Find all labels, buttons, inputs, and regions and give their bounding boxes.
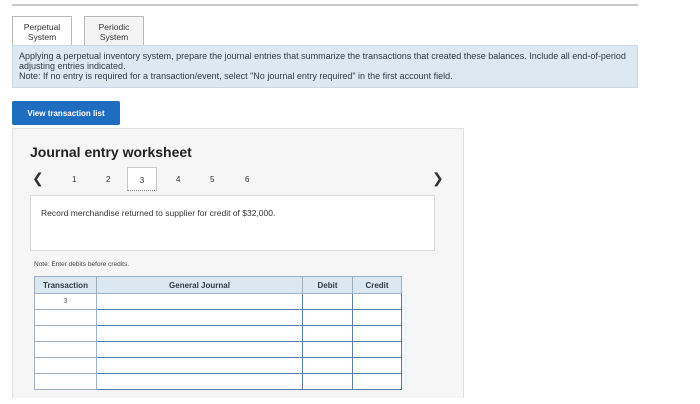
tab-label: Periodic (98, 22, 130, 32)
page-2[interactable]: 2 (106, 175, 110, 184)
page-3[interactable]: 3 (127, 167, 157, 191)
worksheet-title: Journal entry worksheet (30, 144, 192, 160)
table-row (34, 373, 402, 390)
transaction-cell (34, 373, 97, 390)
page-5[interactable]: 5 (210, 175, 214, 184)
table-row (34, 357, 402, 374)
credit-field[interactable] (352, 309, 402, 326)
tab-periodic-system[interactable]: Periodic System (84, 16, 144, 46)
debit-field[interactable] (302, 309, 353, 326)
transaction-cell (34, 341, 97, 358)
account-field[interactable] (96, 309, 303, 326)
tab-label: Perpetual (23, 22, 61, 32)
column-header-transaction: Transaction (34, 276, 97, 294)
column-header-general-journal: General Journal (96, 276, 303, 294)
transaction-cell (34, 309, 97, 326)
transaction-cell (34, 325, 97, 342)
debit-field[interactable] (302, 341, 353, 358)
credit-field[interactable] (352, 357, 402, 374)
debit-field[interactable] (302, 293, 353, 310)
chevron-right-icon[interactable]: ❯ (432, 170, 444, 187)
transaction-number: 3 (34, 293, 97, 310)
credit-field[interactable] (352, 341, 402, 358)
journal-table: Transaction General Journal Debit Credit… (34, 276, 402, 390)
table-row (34, 309, 402, 326)
table-row (34, 341, 402, 358)
account-field[interactable] (96, 357, 303, 374)
worksheet-pager: ❮ 1 2 3 4 5 6 ❯ (30, 167, 450, 193)
top-divider (12, 4, 638, 6)
debit-field[interactable] (302, 325, 353, 342)
credit-field[interactable] (352, 293, 402, 310)
page-6[interactable]: 6 (245, 175, 249, 184)
instructions-panel: Applying a perpetual inventory system, p… (12, 45, 638, 88)
instructions-note: Note: If no entry is required for a tran… (19, 71, 453, 81)
credit-field[interactable] (352, 325, 402, 342)
tab-label: System (99, 32, 129, 42)
debit-field[interactable] (302, 357, 353, 374)
page-1[interactable]: 1 (72, 175, 76, 184)
page-4[interactable]: 4 (176, 175, 180, 184)
instructions-text: Applying a perpetual inventory system, p… (19, 51, 626, 71)
view-transaction-list-button[interactable]: View transaction list (12, 101, 120, 125)
column-header-debit: Debit (302, 276, 353, 294)
account-field[interactable] (96, 373, 303, 390)
account-field[interactable] (96, 341, 303, 358)
system-tabs: Perpetual System Periodic System (12, 16, 144, 46)
transaction-cell (34, 357, 97, 374)
transaction-prompt: Record merchandise returned to supplier … (30, 195, 435, 251)
debit-field[interactable] (302, 373, 353, 390)
chevron-left-icon[interactable]: ❮ (32, 170, 44, 187)
table-row (34, 325, 402, 342)
account-field[interactable] (96, 293, 303, 310)
tab-label: System (27, 32, 57, 42)
table-row: 3 (34, 293, 402, 310)
tab-perpetual-system[interactable]: Perpetual System (12, 16, 72, 46)
account-field[interactable] (96, 325, 303, 342)
column-header-credit: Credit (352, 276, 402, 294)
debits-note: Note: Enter debits before credits. (34, 261, 130, 268)
credit-field[interactable] (352, 373, 402, 390)
